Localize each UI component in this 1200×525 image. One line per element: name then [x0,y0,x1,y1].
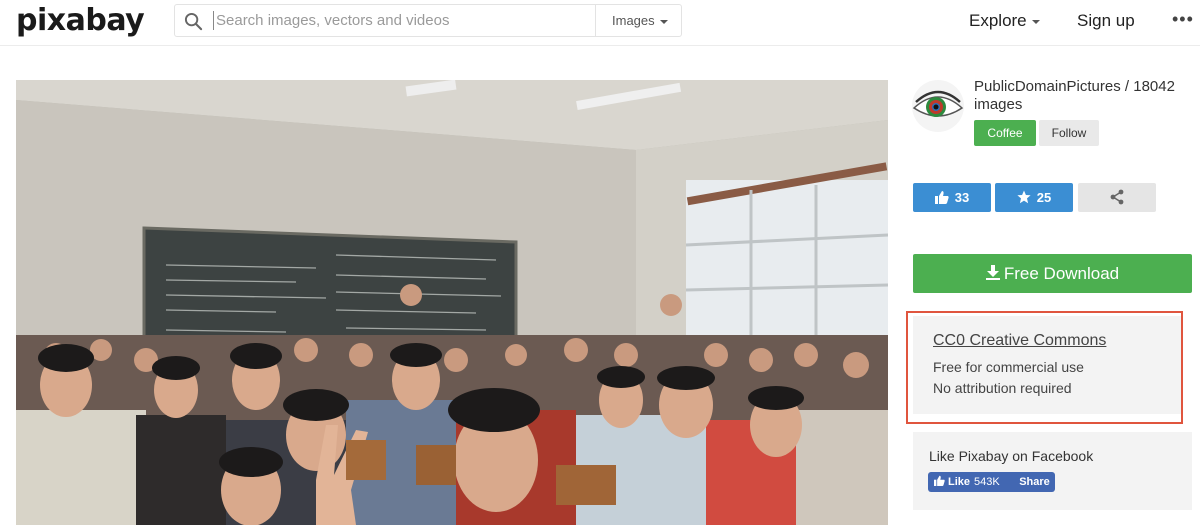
facebook-like-button[interactable]: Like 543K [928,472,1022,492]
search-icon [184,12,203,31]
chevron-down-icon [1031,19,1040,24]
thumbs-up-icon [934,191,949,205]
like-button[interactable]: 33 [913,183,991,212]
author-avatar[interactable] [912,80,964,132]
top-header: pixabay Images Explore Sign up ••• [0,0,1200,46]
search-bar: Images [174,4,682,37]
more-menu-icon[interactable]: ••• [1172,9,1194,30]
favorite-count: 25 [1036,190,1052,205]
share-button[interactable] [1078,183,1156,212]
explore-menu[interactable]: Explore [969,11,1040,31]
search-type-label: Images [612,13,655,28]
follow-button[interactable]: Follow [1039,120,1099,146]
download-icon [985,265,1000,281]
thumbs-up-icon [934,475,945,487]
search-type-select[interactable]: Images [595,5,681,36]
facebook-like-label: Like [948,476,971,488]
main-photo[interactable] [16,80,888,525]
star-icon [1017,190,1031,204]
facebook-like-count: 543K [974,476,1000,488]
pixabay-logo[interactable]: pixabay [16,3,145,38]
classroom-photo-image [16,80,888,525]
facebook-share-button[interactable]: Share [1014,472,1055,492]
free-download-label: Free Download [1003,264,1120,283]
coffee-button[interactable]: Coffee [974,120,1036,146]
facebook-panel: Like Pixabay on Facebook Like 543K Share [913,432,1192,510]
free-download-button[interactable]: Free Download [913,254,1192,293]
explore-label: Explore [969,11,1027,30]
favorite-button[interactable]: 25 [995,183,1073,212]
like-count: 33 [954,190,970,205]
license-highlight-frame [906,311,1183,424]
chevron-down-icon [659,19,668,24]
signup-link[interactable]: Sign up [1077,11,1135,31]
author-name-link[interactable]: PublicDomainPictures / 18042 images [974,78,1200,114]
eye-avatar-icon [912,80,964,132]
facebook-title: Like Pixabay on Facebook [929,448,1094,464]
share-icon [1110,189,1124,205]
author-panel: PublicDomainPictures / 18042 images Coff… [912,78,1192,148]
search-input[interactable] [213,11,595,30]
